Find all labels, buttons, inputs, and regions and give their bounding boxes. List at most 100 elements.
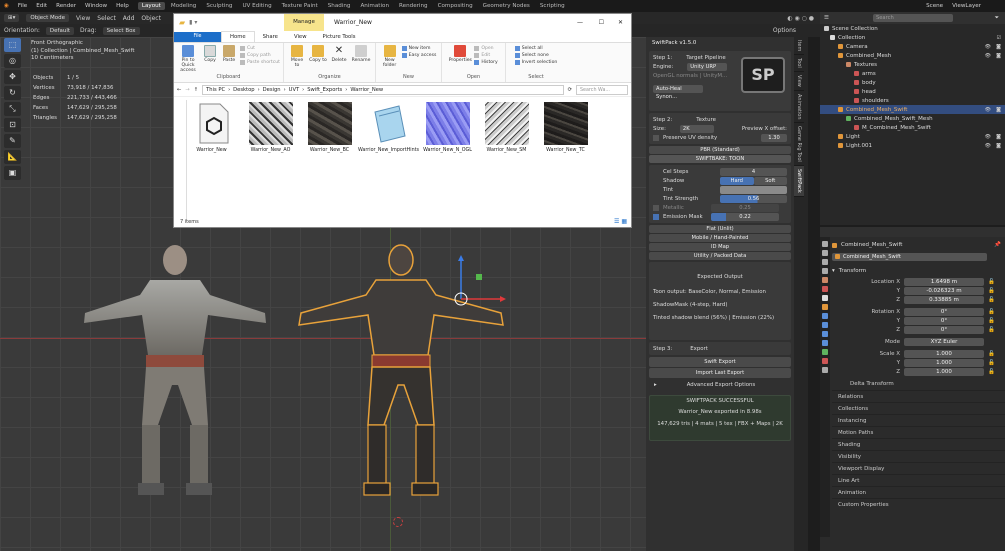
menu-help[interactable]: Help (116, 3, 129, 9)
search-input[interactable]: Search Wa... (576, 84, 628, 95)
swift-export-button[interactable]: Swift Export (649, 357, 791, 367)
file-item[interactable]: Warrior_New_BC (306, 102, 353, 154)
add-menu[interactable]: Add (123, 15, 135, 22)
tab-animation[interactable]: Animation (794, 91, 804, 124)
visibility-panel[interactable]: Visibility (832, 450, 1005, 462)
tab-swiftpack[interactable]: SwiftPack (794, 166, 804, 198)
outliner-row[interactable]: shoulders (820, 96, 1005, 105)
outliner-row-selected[interactable]: Combined_Mesh_Swift 👁 ◙ (820, 105, 1005, 114)
view-layer-selector[interactable]: ViewLayer (952, 3, 981, 9)
tab-sculpting[interactable]: Sculpting (202, 2, 236, 10)
tab-layout[interactable]: Layout (137, 2, 165, 10)
rotation-x-field[interactable]: 0° (904, 307, 984, 316)
paste-shortcut-button[interactable]: Paste shortcut (240, 59, 280, 66)
auto-heal-button[interactable]: Auto-Heal Synon... (653, 84, 703, 100)
size-selector[interactable]: 2K (679, 124, 714, 133)
tab-share[interactable]: Share (255, 32, 286, 42)
advanced-toggle-icon[interactable]: ▸ (654, 382, 657, 388)
drag-selector[interactable]: Select Box (102, 26, 140, 35)
camera-render-icon[interactable]: ◙ (996, 143, 1001, 149)
checkbox-icon[interactable]: ☑ (997, 35, 1001, 41)
rotation-y-field[interactable]: 0° (904, 316, 984, 325)
explorer-titlebar[interactable]: ▰ ▮ ▾ Manage Warrior_New — ☐ ✕ (174, 14, 631, 31)
annotate-icon[interactable]: ✎ (4, 134, 21, 148)
file-item[interactable]: Warrior_New_AO (247, 102, 294, 154)
object-tab-icon[interactable] (822, 304, 828, 310)
line-art-panel[interactable]: Line Art (832, 474, 1005, 486)
swiftbake-toon-header[interactable]: SWIFTBAKE: TOON (649, 155, 791, 163)
view-menu[interactable]: View (76, 15, 90, 22)
forward-icon[interactable]: → (185, 87, 189, 93)
orientation-selector[interactable]: Default (45, 26, 75, 35)
menu-edit[interactable]: Edit (36, 3, 47, 9)
outliner-row[interactable]: Textures (820, 60, 1005, 69)
preserve-uv-checkbox[interactable] (653, 134, 659, 141)
options-menu[interactable]: Options (773, 27, 796, 34)
output-tab-icon[interactable] (822, 259, 828, 265)
open-button[interactable]: Open (474, 45, 497, 52)
location-y-field[interactable]: -0.026323 m (904, 286, 984, 295)
back-icon[interactable]: ← (177, 87, 181, 93)
render-tab-icon[interactable] (822, 250, 828, 256)
minimize-icon[interactable]: — (577, 19, 583, 26)
breadcrumb[interactable]: Warrior_New (350, 86, 383, 94)
particles-tab-icon[interactable] (822, 322, 828, 328)
add-cube-icon[interactable]: ▣ (4, 166, 21, 180)
outliner-row[interactable]: Combined_Mesh_Swift_Mesh (820, 114, 1005, 123)
utility-packed-button[interactable]: Utility / Packed Data (649, 252, 791, 260)
edit-button[interactable]: Edit (474, 52, 497, 59)
outliner-row[interactable]: Combined_Mesh 👁 ◙ (820, 51, 1005, 60)
filter-icon[interactable]: ⏷ (995, 15, 999, 22)
tab-picture-tools[interactable]: Picture Tools (315, 32, 364, 42)
lock-icon[interactable]: 🔓 (988, 309, 995, 315)
lock-icon[interactable]: 🔓 (988, 297, 995, 303)
tab-home[interactable]: Home (221, 31, 255, 42)
select-box-icon[interactable]: ⬚ (4, 38, 21, 52)
tab-compositing[interactable]: Compositing (434, 2, 477, 10)
breadcrumb[interactable]: Design (263, 86, 281, 94)
eye-icon[interactable]: 👁 (985, 107, 991, 113)
refresh-icon[interactable]: ⟳ (568, 87, 572, 93)
tool-tab-icon[interactable] (822, 241, 828, 247)
breadcrumb[interactable]: UVT (289, 86, 300, 94)
flat-unlit-button[interactable]: Flat (Unlit) (649, 225, 791, 233)
relations-panel[interactable]: Relations (832, 390, 1005, 402)
tab-scripting[interactable]: Scripting (536, 2, 569, 10)
paste-button[interactable]: Paste (221, 45, 237, 63)
import-last-export-button[interactable]: Import Last Export (649, 368, 791, 378)
custom-properties-panel[interactable]: Custom Properties (832, 498, 1005, 510)
breadcrumb[interactable]: Swift_Exports (307, 86, 342, 94)
camera-render-icon[interactable]: ◙ (996, 134, 1001, 140)
up-icon[interactable]: ↑ (194, 87, 198, 93)
camera-render-icon[interactable]: ◙ (996, 107, 1001, 113)
tab-file[interactable]: File (174, 31, 221, 42)
lock-icon[interactable]: 🔓 (988, 360, 995, 366)
shading-panel[interactable]: Shading (832, 438, 1005, 450)
scale-y-field[interactable]: 1.000 (904, 358, 984, 367)
delete-button[interactable]: ✕ Delete (330, 45, 348, 63)
maximize-icon[interactable]: ☐ (599, 19, 604, 26)
outliner-row[interactable]: arms (820, 69, 1005, 78)
file-explorer-window[interactable]: ▰ ▮ ▾ Manage Warrior_New — ☐ ✕ File Home… (173, 13, 632, 228)
warrior-model-original[interactable] (80, 235, 270, 505)
copy-button[interactable]: Copy (202, 45, 218, 63)
view-toggle-icons[interactable]: ☰ ▦ (614, 218, 627, 225)
outliner-row[interactable]: Camera 👁 ◙ (820, 42, 1005, 51)
menu-file[interactable]: File (18, 3, 27, 9)
shading-icons[interactable]: ◐ ◉ ○ ● (787, 15, 814, 22)
eye-icon[interactable]: 👁 (985, 143, 991, 149)
new-folder-button[interactable]: New folder (381, 45, 399, 68)
shadow-soft-button[interactable]: Soft (753, 176, 787, 185)
engine-selector[interactable]: Unity URP (687, 62, 728, 71)
shadow-hard-button[interactable]: Hard (720, 176, 754, 185)
file-item[interactable]: Warrior_New_ImportHints (358, 102, 419, 154)
pin-icon[interactable]: 📌 (994, 242, 1001, 248)
camera-render-icon[interactable]: ◙ (996, 53, 1001, 59)
transform-header[interactable]: Transform (839, 268, 866, 274)
tab-view[interactable]: View (794, 72, 804, 91)
navigation-pane[interactable] (174, 100, 187, 220)
outliner-row[interactable]: Collection ☑ (820, 33, 1005, 42)
3d-cursor-icon[interactable] (393, 517, 403, 527)
breadcrumb[interactable]: Desktop (233, 86, 254, 94)
outliner-row[interactable]: body (820, 78, 1005, 87)
